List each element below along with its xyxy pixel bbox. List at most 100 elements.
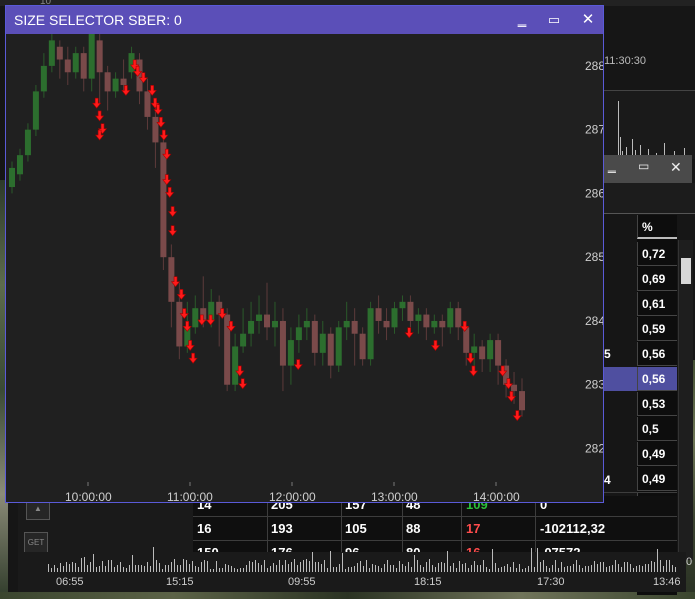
candle-body[interactable]: [40, 65, 47, 92]
candle-body[interactable]: [487, 340, 494, 360]
percent-cell[interactable]: 0,53: [637, 392, 677, 416]
candle-body[interactable]: [56, 46, 63, 60]
volume-bar: [621, 566, 622, 572]
candle-body[interactable]: [399, 301, 406, 309]
background-minimize-icon[interactable]: ‗: [608, 157, 616, 173]
candle-body[interactable]: [327, 333, 334, 366]
percent-cell[interactable]: 0,69: [637, 267, 677, 291]
candle-body[interactable]: [24, 129, 31, 156]
candle-body[interactable]: [351, 320, 358, 334]
volume-bar: [108, 559, 109, 572]
candle-body[interactable]: [319, 333, 326, 353]
candle-body[interactable]: [311, 320, 318, 353]
candle-body[interactable]: [471, 346, 478, 353]
background-maximize-icon[interactable]: ▭: [638, 159, 649, 173]
size-selector-window[interactable]: SIZE SELECTOR SBER: 0 ‗ ▭ ✕ 288 287 286 285…: [5, 5, 605, 504]
volume-bar: [84, 557, 85, 572]
candle-body[interactable]: [511, 384, 518, 392]
candle-body[interactable]: [168, 257, 175, 302]
candle-body[interactable]: [439, 320, 446, 328]
percent-cell[interactable]: 0,72: [637, 242, 677, 266]
volume-bar: [210, 568, 211, 572]
candle-body[interactable]: [295, 327, 302, 341]
candle-body[interactable]: [407, 301, 414, 321]
y-tick-label: 285: [585, 250, 603, 264]
candle-body[interactable]: [479, 346, 486, 360]
background-scrollbar[interactable]: [678, 240, 693, 560]
volume-bar: [288, 564, 289, 572]
volume-bar: [666, 559, 667, 572]
percent-cell[interactable]: 0,5: [637, 417, 677, 441]
background-close-icon[interactable]: ✕: [670, 159, 682, 176]
candle-body[interactable]: [375, 308, 382, 321]
window-titlebar[interactable]: SIZE SELECTOR SBER: 0 ‗ ▭ ✕: [6, 6, 603, 34]
candlestick-chart-svg[interactable]: 288 287 286 285 284 283 282 10:00:00 11:00:00 12:…: [6, 27, 605, 504]
percent-cell[interactable]: 0,56: [637, 367, 677, 391]
maximize-icon[interactable]: ▭: [538, 6, 570, 34]
table-row[interactable]: 16 193 105 88 17 -102112,32: [193, 516, 677, 541]
candle-body[interactable]: [495, 340, 502, 366]
volume-bar: [627, 561, 628, 572]
get-button[interactable]: GET: [24, 532, 48, 554]
candle-body[interactable]: [160, 142, 167, 258]
candle-body[interactable]: [447, 308, 454, 328]
percent-column-header[interactable]: %: [637, 215, 677, 239]
price-chart[interactable]: 288 287 286 285 284 283 282 10:00:00 11:00:00 12:…: [6, 27, 605, 504]
volume-bar: [363, 565, 364, 572]
candle-body[interactable]: [32, 91, 39, 130]
percent-cell[interactable]: 0,59: [637, 317, 677, 341]
candle-body[interactable]: [256, 314, 263, 321]
minimize-icon[interactable]: ‗: [506, 6, 538, 34]
volume-bar: [333, 567, 334, 572]
candle-body[interactable]: [359, 333, 366, 360]
candle-body[interactable]: [96, 40, 103, 73]
candle-body[interactable]: [144, 91, 151, 117]
candle-body[interactable]: [264, 314, 270, 328]
candle-body[interactable]: [48, 40, 55, 66]
candle-body[interactable]: [271, 320, 278, 328]
candle-body[interactable]: [104, 72, 111, 92]
candle-body[interactable]: [9, 167, 15, 188]
candle-body[interactable]: [192, 308, 199, 328]
candle-body[interactable]: [423, 314, 430, 328]
candle-body[interactable]: [16, 155, 23, 175]
candle-body[interactable]: [383, 320, 390, 328]
candle-body[interactable]: [455, 308, 462, 328]
candle-body[interactable]: [279, 320, 286, 366]
candle-body[interactable]: [240, 333, 247, 347]
percent-cell[interactable]: 0,61: [637, 292, 677, 316]
volume-bar: [63, 566, 64, 572]
volume-bar: [120, 562, 121, 572]
volume-bar: [444, 563, 445, 572]
candle-body[interactable]: [343, 320, 350, 328]
candle-body[interactable]: [367, 308, 374, 360]
candle-body[interactable]: [120, 78, 127, 86]
percent-cell[interactable]: 0,49: [637, 467, 677, 491]
close-icon[interactable]: ✕: [572, 6, 604, 34]
volume-bar: [378, 565, 379, 572]
candle-body[interactable]: [303, 320, 310, 328]
scrollbar-thumb[interactable]: [681, 258, 691, 284]
candle-body[interactable]: [232, 346, 239, 385]
candle-body[interactable]: [152, 116, 159, 143]
background-panel-titlebar[interactable]: ‗ ▭ ✕: [604, 155, 692, 183]
candle-body[interactable]: [72, 53, 79, 73]
percent-cell[interactable]: 0,49: [637, 442, 677, 466]
percent-cell[interactable]: 0,56: [637, 342, 677, 366]
candle-body[interactable]: [431, 320, 438, 328]
candle-body[interactable]: [176, 301, 183, 347]
volume-bar: [459, 560, 460, 572]
candle-body[interactable]: [80, 53, 87, 79]
candle-body[interactable]: [64, 59, 71, 73]
volume-bar: [381, 568, 382, 572]
candle-body[interactable]: [415, 314, 422, 321]
candle-body[interactable]: [391, 308, 398, 328]
candle-body[interactable]: [287, 340, 294, 366]
candle-body[interactable]: [248, 320, 255, 334]
candle-body[interactable]: [519, 391, 525, 411]
candle-body[interactable]: [88, 34, 95, 79]
candle-body[interactable]: [335, 327, 342, 366]
volume-bar: [222, 568, 223, 572]
candle-body[interactable]: [463, 327, 470, 353]
candle-body[interactable]: [112, 78, 119, 92]
